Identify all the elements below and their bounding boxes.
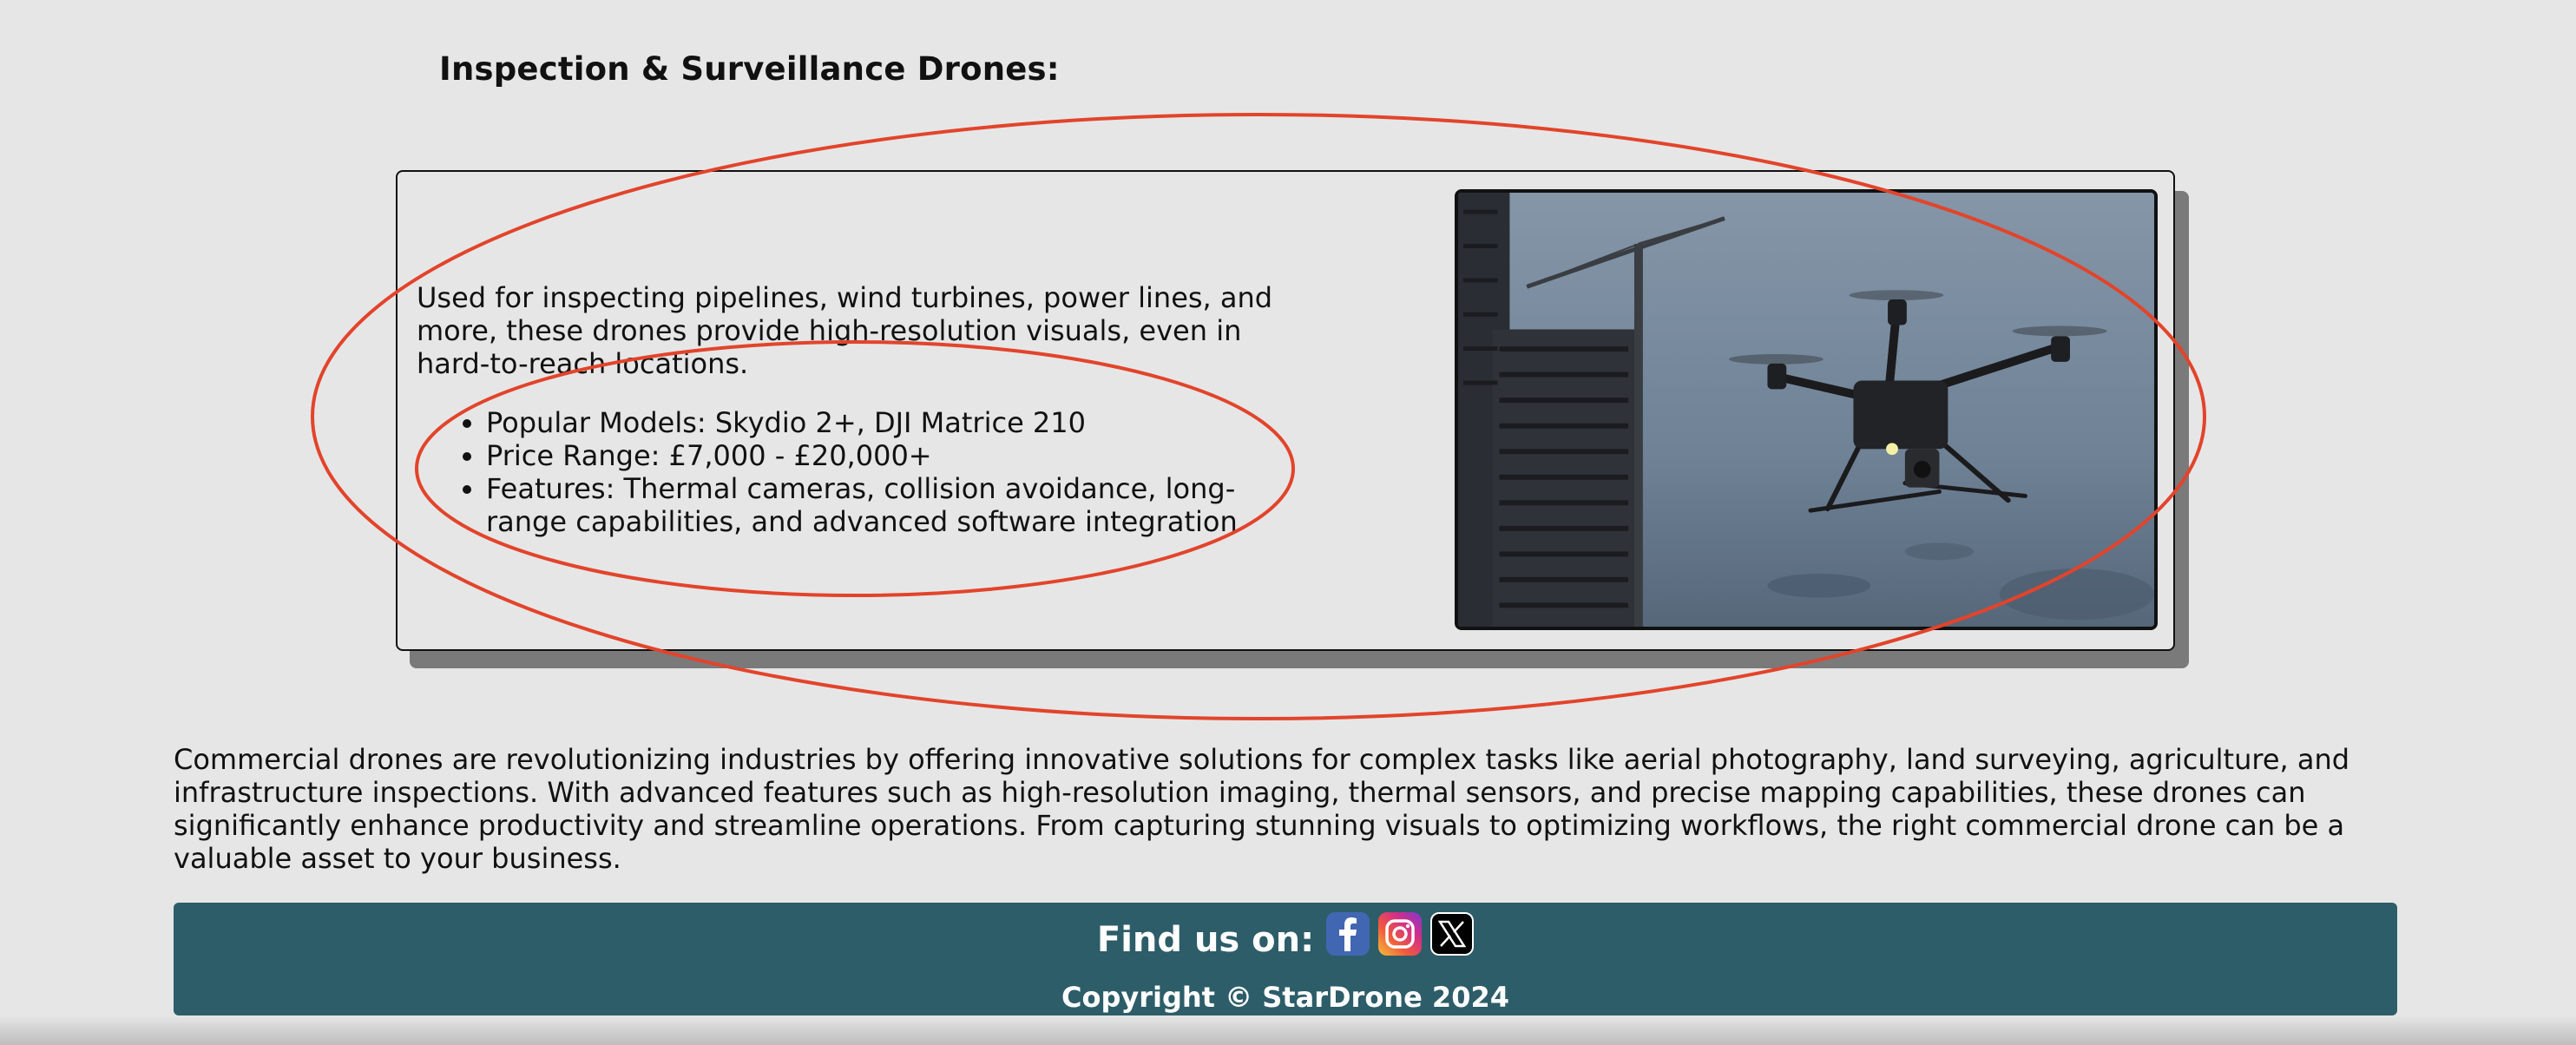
page: Inspection & Surveillance Drones: Used f… — [0, 0, 2576, 1045]
x-icon[interactable] — [1430, 912, 1475, 956]
feature-list: Popular Models: Skydio 2+, DJI Matrice 2… — [486, 406, 1276, 538]
list-item: Popular Models: Skydio 2+, DJI Matrice 2… — [486, 406, 1276, 439]
drone-category-card: Used for inspecting pipelines, wind turb… — [396, 170, 2175, 651]
facebook-glyph — [1339, 917, 1357, 951]
instagram-glyph — [1385, 919, 1415, 949]
facebook-icon[interactable] — [1326, 912, 1370, 956]
instagram-icon[interactable] — [1378, 912, 1423, 956]
list-item: Features: Thermal cameras, collision avo… — [486, 472, 1276, 538]
card-description: Used for inspecting pipelines, wind turb… — [417, 281, 1273, 380]
section-heading: Inspection & Surveillance Drones: — [439, 50, 1060, 88]
find-us-label: Find us on: — [1096, 920, 1315, 960]
intro-paragraph: Commercial drones are revolutionizing in… — [174, 743, 2350, 875]
drone-photo — [1455, 189, 2158, 630]
site-footer: Find us on: Copyright © StarDrone 2024 — [174, 903, 2397, 1015]
copyright-text: Copyright © StarDrone 2024 — [1061, 981, 1509, 1014]
list-item: Price Range: £7,000 - £20,000+ — [486, 439, 1276, 472]
social-links-row: Find us on: — [174, 903, 2397, 965]
window-bottom-shadow — [0, 1015, 2576, 1045]
x-glyph — [1437, 920, 1467, 948]
card-text: Used for inspecting pipelines, wind turb… — [417, 281, 1276, 538]
drone-photo-illustration — [1458, 193, 2154, 627]
